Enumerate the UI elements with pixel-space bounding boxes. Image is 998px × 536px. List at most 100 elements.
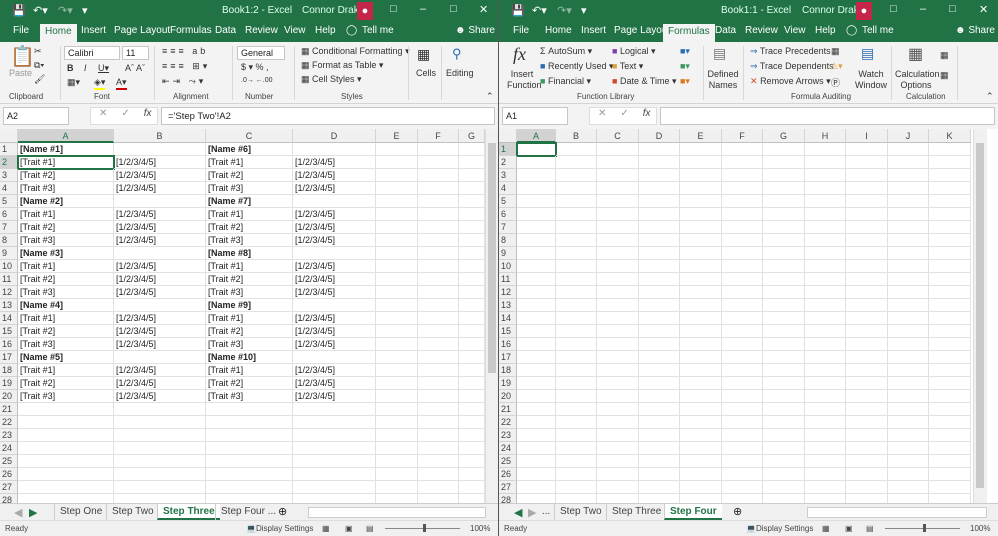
cell-g3[interactable]	[763, 169, 805, 182]
cells-icon[interactable]: ▦	[417, 46, 430, 63]
cell-g10[interactable]	[763, 260, 805, 273]
cell-b28[interactable]	[556, 494, 597, 503]
cell-k20[interactable]	[929, 390, 971, 403]
tab-review[interactable]: Review	[745, 25, 778, 36]
column-header-g[interactable]: G	[459, 129, 485, 143]
cell-k27[interactable]	[929, 481, 971, 494]
cell-f5[interactable]	[418, 195, 459, 208]
cell-k10[interactable]	[929, 260, 971, 273]
cell-f3[interactable]	[418, 169, 459, 182]
defined-names-icon[interactable]: ▤	[713, 45, 726, 62]
calculate-sheet-icon[interactable]: ▦	[940, 70, 949, 81]
cell-e9[interactable]	[376, 247, 418, 260]
cell-f11[interactable]	[722, 273, 763, 286]
column-header-b[interactable]: B	[114, 129, 206, 143]
cell-c24[interactable]	[206, 442, 293, 455]
cell-d28[interactable]	[293, 494, 376, 503]
cell-a27[interactable]	[18, 481, 114, 494]
save-icon[interactable]: 💾	[12, 4, 26, 17]
paste-button[interactable]: Paste	[9, 68, 32, 78]
cell-b18[interactable]	[556, 364, 597, 377]
ribbon-display-icon[interactable]: □	[890, 3, 897, 15]
horizontal-scrollbar[interactable]	[308, 507, 486, 518]
cell-a26[interactable]	[517, 468, 556, 481]
row-header-25[interactable]: 25	[0, 455, 18, 468]
cell-g4[interactable]	[763, 182, 805, 195]
cell-k12[interactable]	[929, 286, 971, 299]
maximize-button[interactable]: □	[450, 3, 457, 15]
cell-a15[interactable]: [Trait #2]	[18, 325, 114, 338]
cell-f8[interactable]	[418, 234, 459, 247]
cell-e15[interactable]	[376, 325, 418, 338]
cell-e5[interactable]	[680, 195, 722, 208]
avatar[interactable]: ●	[856, 2, 872, 20]
cell-c26[interactable]	[206, 468, 293, 481]
cell-h24[interactable]	[805, 442, 846, 455]
trace-precedents-button[interactable]: ⇒ Trace Precedents	[750, 46, 831, 57]
cell-c15[interactable]: [Trait #2]	[206, 325, 293, 338]
cell-b15[interactable]	[556, 325, 597, 338]
cell-j20[interactable]	[888, 390, 929, 403]
cell-c11[interactable]: [Trait #2]	[206, 273, 293, 286]
sheet-tab-step-one[interactable]: Step One	[54, 504, 107, 520]
cell-a9[interactable]	[517, 247, 556, 260]
zoom-slider-thumb[interactable]	[423, 524, 426, 532]
cell-c7[interactable]	[597, 221, 639, 234]
cell-d7[interactable]	[639, 221, 680, 234]
cell-f26[interactable]	[418, 468, 459, 481]
cell-g8[interactable]	[763, 234, 805, 247]
cell-d4[interactable]	[639, 182, 680, 195]
select-all-corner[interactable]	[499, 129, 517, 143]
cell-g19[interactable]	[459, 377, 485, 390]
cell-g6[interactable]	[763, 208, 805, 221]
cell-i4[interactable]	[846, 182, 888, 195]
row-header-23[interactable]: 23	[499, 429, 517, 442]
save-icon[interactable]: 💾	[511, 4, 525, 17]
cell-h18[interactable]	[805, 364, 846, 377]
cell-g19[interactable]	[763, 377, 805, 390]
cell-g16[interactable]	[459, 338, 485, 351]
cell-h5[interactable]	[805, 195, 846, 208]
cell-c7[interactable]: [Trait #2]	[206, 221, 293, 234]
cell-g9[interactable]	[459, 247, 485, 260]
enter-icon[interactable]: ✓	[121, 108, 129, 119]
column-header-f[interactable]: F	[418, 129, 459, 143]
cell-b21[interactable]	[556, 403, 597, 416]
row-header-22[interactable]: 22	[0, 416, 18, 429]
cell-b20[interactable]	[556, 390, 597, 403]
cell-g28[interactable]	[459, 494, 485, 503]
zoom-level[interactable]: 100%	[470, 524, 490, 533]
cell-h8[interactable]	[805, 234, 846, 247]
cell-i18[interactable]	[846, 364, 888, 377]
cell-e16[interactable]	[376, 338, 418, 351]
tab-file[interactable]: File	[13, 25, 29, 36]
cell-c14[interactable]: [Trait #1]	[206, 312, 293, 325]
cell-g11[interactable]	[763, 273, 805, 286]
cell-b8[interactable]	[556, 234, 597, 247]
undo-icon[interactable]: ↶▾	[532, 4, 547, 17]
cell-j8[interactable]	[888, 234, 929, 247]
cell-b17[interactable]	[114, 351, 206, 364]
row-header-4[interactable]: 4	[0, 182, 18, 195]
cell-k3[interactable]	[929, 169, 971, 182]
error-checking-icon[interactable]: ⚠▾	[830, 61, 843, 72]
cell-d14[interactable]	[639, 312, 680, 325]
cell-a23[interactable]	[517, 429, 556, 442]
cell-c2[interactable]	[597, 156, 639, 169]
cell-d6[interactable]: [1/2/3/4/5]	[293, 208, 376, 221]
cell-e7[interactable]	[680, 221, 722, 234]
watch-window-button[interactable]: Watch Window	[855, 69, 887, 91]
cell-d18[interactable]: [1/2/3/4/5]	[293, 364, 376, 377]
cell-h22[interactable]	[805, 416, 846, 429]
cell-e24[interactable]	[680, 442, 722, 455]
cell-b10[interactable]: [1/2/3/4/5]	[114, 260, 206, 273]
font-color-icon[interactable]: A▾	[116, 77, 127, 90]
cell-c18[interactable]: [Trait #1]	[206, 364, 293, 377]
tab-page-layout[interactable]: Page Layout	[614, 25, 670, 36]
cell-e21[interactable]	[680, 403, 722, 416]
cell-g15[interactable]	[763, 325, 805, 338]
tab-insert[interactable]: Insert	[581, 25, 606, 36]
cell-g6[interactable]	[459, 208, 485, 221]
cell-d22[interactable]	[293, 416, 376, 429]
tab-view[interactable]: View	[784, 25, 806, 36]
